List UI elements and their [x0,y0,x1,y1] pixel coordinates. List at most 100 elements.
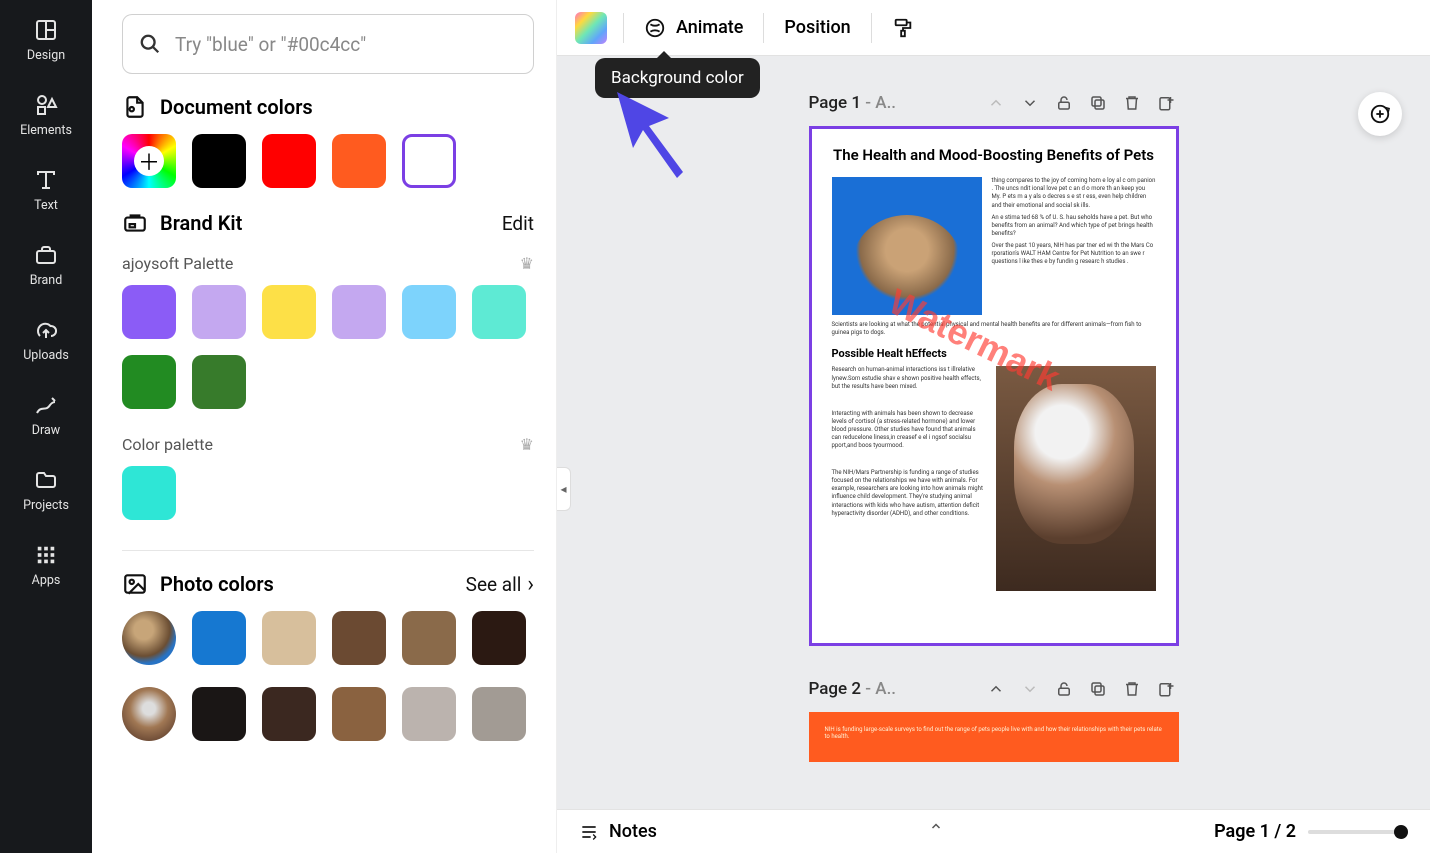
page-2-canvas[interactable]: NIH is funding large-scale surveys to fi… [809,712,1179,762]
color-swatch[interactable] [262,285,316,339]
zoom-track[interactable] [1308,830,1408,834]
color-swatch[interactable] [122,466,176,520]
duplicate-page-button[interactable] [1085,676,1111,702]
section-title: Brand Kit [160,211,242,235]
collapse-panel-handle[interactable]: ◂ [557,467,571,511]
crown-icon: ♛ [520,435,534,454]
left-sidebar: Design Elements Text Brand Uploads Draw … [0,0,92,853]
doc-body-column: Research on human-animal interactions is… [832,366,986,591]
color-swatch[interactable] [192,134,246,188]
lock-page-button[interactable] [1051,676,1077,702]
brand-palette-swatches [122,285,534,409]
color-swatch-selected[interactable] [402,134,456,188]
sidebar-item-draw[interactable]: Draw [0,387,92,444]
add-page-button[interactable] [1153,676,1179,702]
page-indicator[interactable]: Page 1 / 2 [1214,821,1296,842]
sidebar-label: Brand [30,273,63,288]
color-swatch[interactable] [402,687,456,741]
color-palette-row: Color palette ♛ [122,435,534,454]
color-swatch[interactable] [122,355,176,409]
color-swatch[interactable] [332,611,386,665]
notes-button[interactable]: Notes [579,821,657,842]
delete-page-button[interactable] [1119,90,1145,116]
color-swatch[interactable] [262,687,316,741]
color-search-input[interactable] [175,33,517,56]
section-title: Document colors [160,95,313,119]
page-down-button[interactable] [1017,676,1043,702]
page-label: Page 1 - A.. [809,93,897,113]
section-title: Photo colors [160,572,274,596]
color-swatch[interactable] [192,285,246,339]
sidebar-label: Design [27,48,65,63]
doc-paragraph: Over the past 10 years, NIH has par tner… [992,242,1156,266]
sidebar-item-elements[interactable]: Elements [0,87,92,144]
sidebar-item-apps[interactable]: Apps [0,537,92,594]
page-2-bar: Page 2 - A.. [809,676,1179,702]
notes-icon [579,822,599,842]
sidebar-item-uploads[interactable]: Uploads [0,312,92,369]
sidebar-item-brand[interactable]: Brand [0,237,92,294]
color-swatch[interactable] [192,355,246,409]
add-color-swatch[interactable]: ＋ [122,134,176,188]
see-all-link[interactable]: See all [466,572,534,597]
doc-paragraph: Interacting with animals has been shown … [832,410,986,450]
top-toolbar: Animate Position [557,0,1430,56]
color-swatch[interactable] [402,611,456,665]
document-color-swatches: ＋ [122,134,534,188]
add-page-fab[interactable] [1358,92,1402,136]
sidebar-label: Projects [23,498,69,513]
photo-thumbnail[interactable] [122,687,176,741]
color-swatch[interactable] [192,611,246,665]
divider [623,13,624,43]
color-swatch[interactable] [262,134,316,188]
background-color-button[interactable] [575,12,607,44]
illustrative-cursor [613,88,693,188]
lock-page-button[interactable] [1051,90,1077,116]
cloud-upload-icon [34,318,58,342]
color-swatch[interactable] [472,687,526,741]
color-swatch[interactable] [332,687,386,741]
document-icon [122,94,148,120]
brand-kit-icon [122,210,148,236]
color-swatch[interactable] [402,285,456,339]
delete-page-button[interactable] [1119,676,1145,702]
color-swatch[interactable] [122,285,176,339]
color-swatch[interactable] [472,285,526,339]
color-search[interactable] [122,14,534,74]
page-1-canvas[interactable]: The Health and Mood-Boosting Benefits of… [809,126,1179,646]
doc-title: The Health and Mood-Boosting Benefits of… [832,145,1156,165]
paint-roller-icon [892,17,914,39]
dog-image[interactable] [996,366,1156,591]
brand-kit-header: Brand Kit Edit [122,210,534,236]
page-1-block: Page 1 - A.. The Health and Mood-Boostin… [809,90,1179,646]
animate-button[interactable]: Animate [640,11,747,45]
color-swatch[interactable] [332,285,386,339]
sidebar-item-projects[interactable]: Projects [0,462,92,519]
edit-brand-kit-link[interactable]: Edit [502,212,534,235]
doc-paragraph: The NIH/Mars Partnership is funding a ra… [832,469,986,518]
color-swatch[interactable] [332,134,386,188]
doc-paragraph: Research on human-animal interactions is… [832,366,986,390]
duplicate-page-button[interactable] [1085,90,1111,116]
sidebar-item-text[interactable]: Text [0,162,92,219]
expand-pages-button[interactable] [929,820,943,832]
page-up-button[interactable] [983,676,1009,702]
color-swatch[interactable] [262,611,316,665]
sidebar-item-design[interactable]: Design [0,12,92,69]
format-painter-button[interactable] [888,11,918,45]
sidebar-label: Apps [32,573,61,588]
photo-thumbnail[interactable] [122,611,176,665]
page-2-block: Page 2 - A.. NIH is funding large-scale … [809,676,1179,762]
zoom-slider[interactable] [1308,830,1408,834]
layout-icon [34,18,58,42]
color-swatch[interactable] [472,611,526,665]
add-page-button[interactable] [1153,90,1179,116]
doc-intro-column: thing compares to the joy of coming hom … [992,177,1156,315]
page-up-button[interactable] [983,90,1009,116]
page-down-button[interactable] [1017,90,1043,116]
palette-name: Color palette [122,435,213,454]
position-button[interactable]: Position [780,11,854,44]
zoom-knob[interactable] [1394,825,1408,839]
color-swatch[interactable] [192,687,246,741]
sidebar-label: Uploads [23,348,69,363]
